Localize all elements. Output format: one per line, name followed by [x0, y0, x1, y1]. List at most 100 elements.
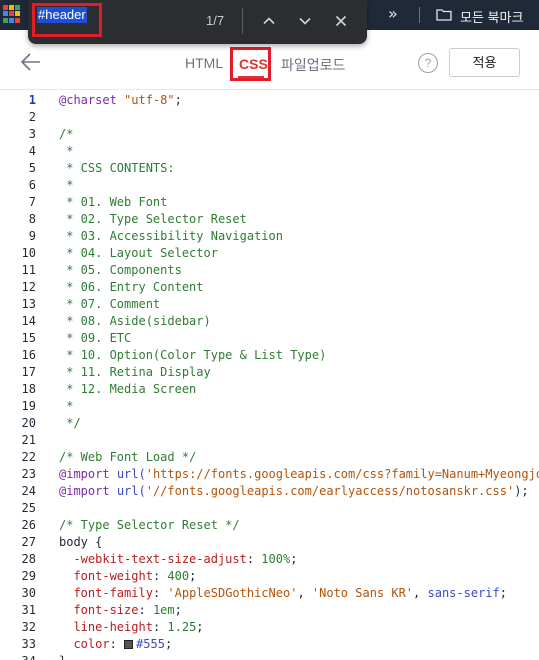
code-token: * 01. Web Font — [59, 195, 168, 209]
code-token: : — [152, 569, 168, 583]
code-line: * 04. Layout Selector — [59, 246, 218, 260]
code-token: /* — [59, 127, 74, 141]
code-token: : — [152, 586, 168, 600]
line-number: 3 — [28, 127, 36, 141]
code-token: * 02. Type Selector Reset — [59, 212, 247, 226]
line-number: 18 — [21, 382, 36, 396]
code-token: #555 — [136, 637, 165, 651]
code-token: ; — [174, 93, 182, 107]
tab-html[interactable]: HTML — [185, 55, 223, 71]
code-token: * 05. Components — [59, 263, 182, 277]
code-token: 100% — [261, 552, 291, 566]
line-number: 16 — [21, 348, 36, 362]
help-button[interactable]: ? — [418, 53, 438, 73]
line-number: 34 — [0, 654, 36, 660]
line-number: 20 — [21, 416, 36, 430]
code-token: * 08. Aside(sidebar) — [59, 314, 211, 328]
line-number: 15 — [21, 331, 36, 345]
tab-css-underline — [238, 76, 264, 78]
code-token: * — [59, 178, 74, 192]
code-token: ; — [174, 603, 182, 617]
code-token: : — [138, 603, 153, 617]
code-token: * 09. ETC — [59, 331, 132, 345]
code-token: '//fonts.googleapis.com/earlyaccess/noto… — [145, 484, 515, 498]
code-line: @import url('//fonts.googleapis.com/earl… — [59, 484, 529, 498]
find-query-text: #header — [37, 7, 87, 23]
line-number: 23 — [21, 467, 36, 481]
apps-grid-icon[interactable] — [3, 5, 21, 23]
all-bookmarks-label[interactable]: 모든 북마크 — [460, 7, 523, 26]
code-token: * 07. Comment — [59, 297, 161, 311]
line-number: 9 — [28, 229, 36, 243]
code-line: * — [59, 144, 73, 158]
close-find-button[interactable] — [329, 9, 353, 33]
code-token: , — [413, 586, 428, 600]
editor-header: HTML CSS 파일업로드 ? 적용 — [0, 44, 539, 90]
code-token: color — [73, 637, 110, 651]
code-line: @charset "utf-8"; — [59, 93, 182, 107]
code-line: * 06. Entry Content — [59, 280, 203, 294]
line-number: 28 — [21, 552, 36, 566]
css-code-editor[interactable]: 1 @charset "utf-8"; 2 3/* 4 * 5 * CSS CONTENT… — [0, 90, 539, 660]
tab-file-upload[interactable]: 파일업로드 — [281, 55, 345, 75]
previous-match-button[interactable] — [257, 9, 281, 33]
find-match-count: 1/7 — [206, 13, 225, 28]
code-token: font-size — [73, 603, 139, 617]
code-token: : — [152, 620, 168, 634]
code-line: body { — [59, 535, 102, 549]
code-line: font-size: 1em; — [59, 603, 182, 617]
code-line: * — [59, 399, 73, 413]
line-number: 19 — [21, 399, 36, 413]
bookmark-divider — [419, 7, 420, 23]
line-number: 1 — [28, 93, 36, 107]
line-number: 26 — [21, 518, 36, 532]
code-token: ; — [196, 620, 204, 634]
code-token: * 03. Accessibility Navigation — [59, 229, 283, 243]
code-token: 400 — [167, 569, 190, 583]
code-token: /* Type Selector Reset */ — [59, 518, 240, 532]
code-line: * 10. Option(Color Type & List Type) — [59, 348, 326, 362]
code-line: * 09. ETC — [59, 331, 131, 345]
code-line: * 05. Components — [59, 263, 182, 277]
code-token: : — [246, 552, 262, 566]
line-number: 12 — [21, 280, 36, 294]
color-swatch-icon[interactable] — [124, 640, 134, 649]
line-number: 32 — [21, 620, 36, 634]
line-number: 13 — [21, 297, 36, 311]
apply-button[interactable]: 적용 — [449, 48, 520, 77]
line-number: 21 — [21, 433, 36, 447]
tab-css[interactable]: CSS — [230, 47, 271, 81]
code-token: , — [297, 586, 312, 600]
code-line: * 12. Media Screen — [59, 382, 196, 396]
close-icon — [335, 15, 347, 27]
code-token: ; — [189, 569, 197, 583]
double-chevron-right-icon[interactable]: » — [388, 4, 398, 23]
code-token: * 11. Retina Display — [59, 365, 211, 379]
code-token: : — [109, 637, 125, 651]
code-line: * — [59, 178, 73, 192]
code-token: * 04. Layout Selector — [59, 246, 218, 260]
line-number: 2 — [28, 110, 36, 124]
line-number: 27 — [21, 535, 36, 549]
code-token: 1.25 — [167, 620, 197, 634]
back-arrow-icon[interactable] — [20, 52, 42, 72]
code-token: * 10. Option(Color Type & List Type) — [59, 348, 327, 362]
line-number: 7 — [28, 195, 36, 209]
code-line: * 03. Accessibility Navigation — [59, 229, 283, 243]
code-line: * 02. Type Selector Reset — [59, 212, 247, 226]
code-line: -webkit-text-size-adjust: 100%; — [59, 552, 297, 566]
code-line: * 01. Web Font — [59, 195, 167, 209]
next-match-button[interactable] — [293, 9, 317, 33]
code-token: @charset — [59, 93, 117, 107]
code-token: ; — [499, 586, 507, 600]
code-token: * — [59, 399, 74, 413]
code-token: @import — [59, 467, 110, 481]
code-token: url( — [116, 484, 146, 498]
